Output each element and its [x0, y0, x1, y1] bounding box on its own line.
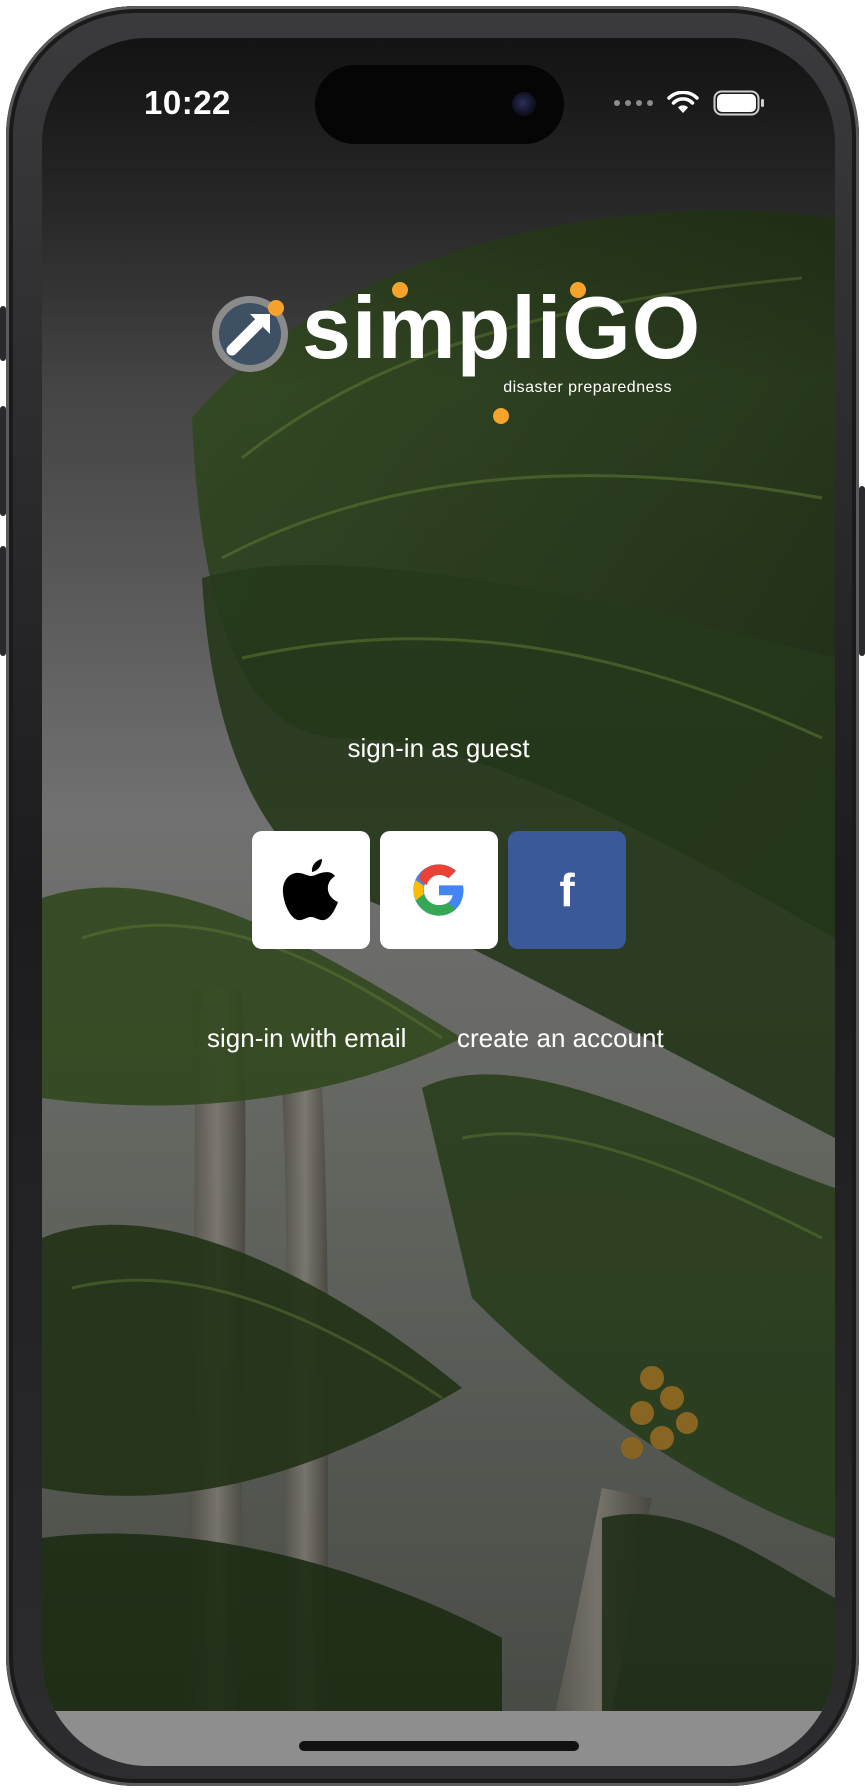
apple-sign-in-button[interactable] — [252, 831, 370, 949]
logo-tagline: disaster preparedness — [503, 379, 672, 396]
sign-in-guest-link[interactable]: sign-in as guest — [42, 733, 835, 764]
bottom-safe-area — [42, 1711, 835, 1766]
simpligo-logo: simpliGO disaster preparedness — [210, 278, 700, 428]
screen: 10:22 simpliGO disaster preparedness sig… — [42, 38, 835, 1766]
power-button — [859, 486, 865, 656]
dynamic-island — [315, 65, 564, 144]
google-sign-in-button[interactable] — [380, 831, 498, 949]
volume-down-button — [0, 546, 6, 656]
action-button — [0, 306, 6, 361]
apple-icon — [282, 859, 338, 921]
phone-frame: 10:22 simpliGO disaster preparedness sig… — [0, 6, 865, 1786]
facebook-icon: f — [559, 864, 575, 916]
google-icon — [413, 864, 464, 916]
cellular-signal-icon — [614, 100, 653, 106]
wifi-icon — [667, 91, 699, 113]
social-sign-in-row: f — [252, 831, 626, 949]
sign-in-email-link[interactable]: sign-in with email — [207, 1023, 406, 1054]
status-time: 10:22 — [144, 84, 231, 121]
logo-accent-dots — [392, 282, 586, 424]
home-indicator[interactable] — [299, 1741, 579, 1751]
front-camera-icon — [512, 92, 536, 116]
volume-up-button — [0, 406, 6, 516]
create-account-link[interactable]: create an account — [457, 1023, 664, 1054]
facebook-sign-in-button[interactable]: f — [508, 831, 626, 949]
status-icons — [614, 90, 765, 116]
battery-icon — [713, 90, 764, 116]
